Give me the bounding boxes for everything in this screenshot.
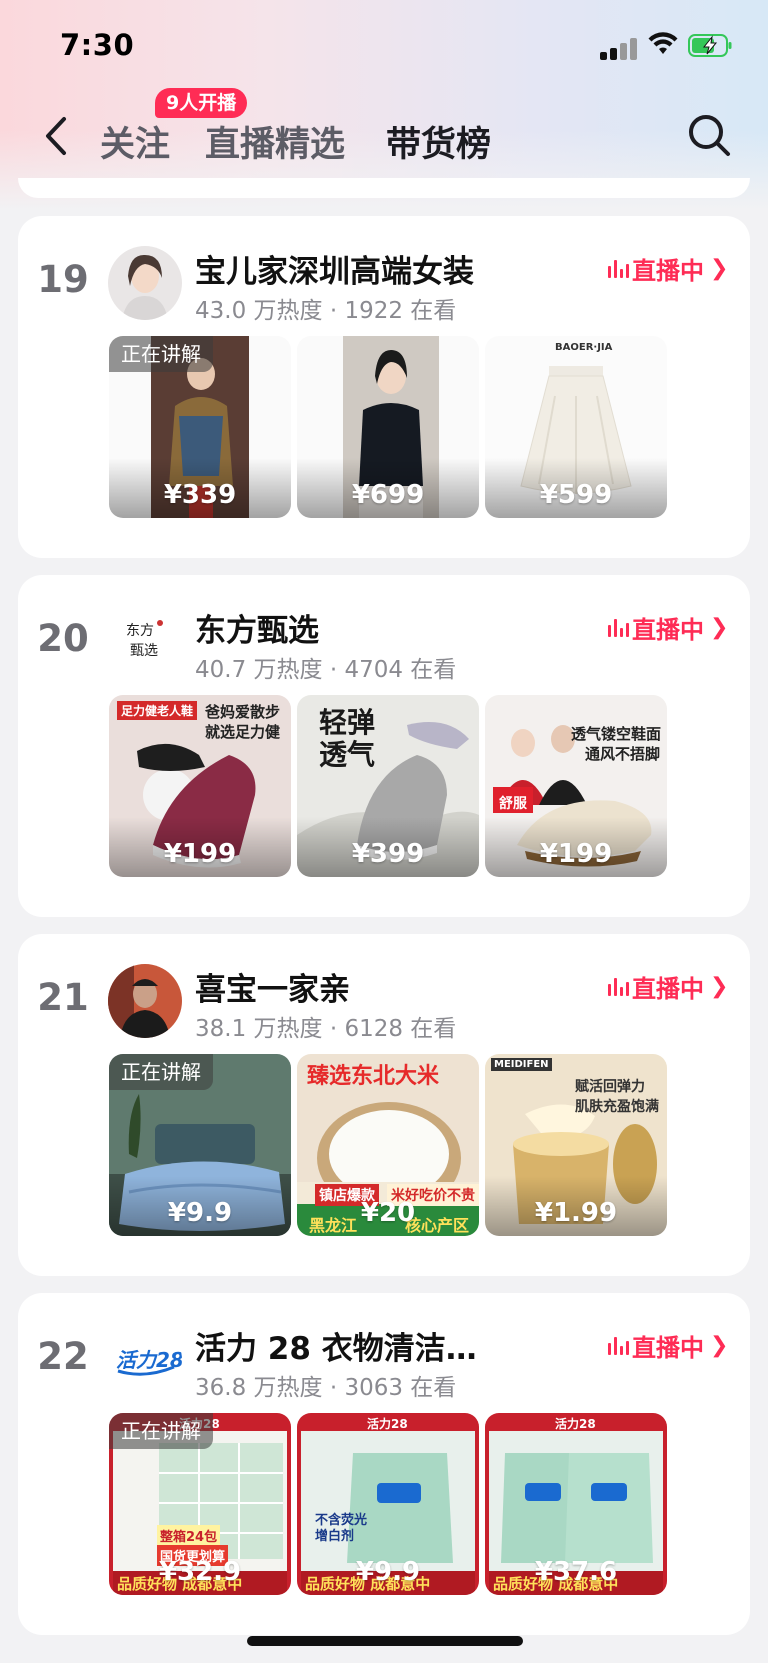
product-item[interactable]: 轻弹透气 ¥399 — [297, 695, 479, 877]
live-bars-icon — [608, 258, 630, 278]
product-item[interactable]: 足力健老人鞋 爸妈爱散步 就选足力健 ¥199 — [109, 695, 291, 877]
status-bar: 7:30 — [0, 0, 768, 90]
live-status-button[interactable]: 直播中 ❯ — [608, 968, 728, 1004]
product-price: ¥599 — [539, 480, 613, 510]
product-price: ¥339 — [163, 480, 237, 510]
shop-stats: 43.0 万热度 · 1922 在看 — [195, 298, 457, 324]
product-text: 不含荧光增白剂 — [315, 1513, 368, 1544]
shop-stats: 40.7 万热度 · 4704 在看 — [195, 657, 457, 683]
svg-text:甄选: 甄选 — [130, 643, 158, 659]
product-item[interactable]: BAOER·JIA ¥599 — [485, 336, 667, 518]
tab-following[interactable]: 关注 — [100, 116, 170, 167]
product-brand: MEIDIFEN — [491, 1058, 552, 1071]
battery-charging-icon — [688, 34, 732, 57]
product-item[interactable]: 正在讲解 ¥9.9 — [109, 1054, 291, 1236]
live-bars-icon — [608, 976, 630, 996]
ranking-card[interactable]: 21 喜宝一家亲 38.1 万热度 · 6128 在看 直播中 ❯ 正在讲解 ¥… — [18, 934, 750, 1276]
ranking-card[interactable]: 22 活力28 活力 28 衣物清洁旗舰店 36.8 万热度 · 3063 在看… — [18, 1293, 750, 1635]
live-label: 直播中 — [632, 256, 704, 285]
rank-number: 19 — [37, 258, 89, 301]
product-price: ¥199 — [539, 839, 613, 869]
shop-name[interactable]: 东方甄选 — [195, 605, 495, 650]
shop-stats: 36.8 万热度 · 3063 在看 — [195, 1375, 457, 1401]
tab-live-picks[interactable]: 直播精选 — [205, 116, 345, 167]
product-text: 轻弹透气 — [319, 706, 376, 771]
home-indicator[interactable] — [247, 1636, 523, 1646]
product-item[interactable]: 活力28 品质好物 成都意中 ¥37.6 — [485, 1413, 667, 1595]
live-count-badge: 9人开播 — [155, 88, 248, 118]
product-price: ¥199 — [163, 839, 237, 869]
product-item[interactable]: ¥699 — [297, 336, 479, 518]
live-label: 直播中 — [632, 1333, 704, 1362]
live-label: 直播中 — [632, 974, 704, 1003]
wifi-icon — [648, 32, 678, 54]
avatar[interactable] — [108, 964, 182, 1038]
ranking-card[interactable]: 20 东方 甄选 东方甄选 40.7 万热度 · 4704 在看 直播中 ❯ 足… — [18, 575, 750, 917]
chevron-right-icon: ❯ — [710, 973, 729, 999]
product-text: 肌肤充盈饱满 — [575, 1099, 659, 1115]
product-price: ¥399 — [351, 839, 425, 869]
product-brand: BAOER·JIA — [555, 342, 613, 353]
live-bars-icon — [608, 617, 630, 637]
rank-number: 22 — [37, 1335, 89, 1378]
product-price: ¥699 — [351, 480, 425, 510]
status-time: 7:30 — [60, 28, 135, 62]
explaining-tag: 正在讲解 — [109, 1413, 213, 1449]
chevron-right-icon: ❯ — [710, 614, 729, 640]
cellular-signal-icon — [600, 36, 640, 60]
product-brand: 活力28 — [555, 1417, 596, 1431]
product-item[interactable]: 正在讲解 ¥339 — [109, 336, 291, 518]
chevron-right-icon: ❯ — [710, 255, 729, 281]
avatar[interactable]: 活力28 — [108, 1323, 182, 1397]
product-text: 透气镂空鞋面 — [571, 725, 662, 743]
shop-stats: 38.1 万热度 · 6128 在看 — [195, 1016, 457, 1042]
product-price: ¥37.6 — [534, 1557, 618, 1587]
product-price: ¥20 — [360, 1198, 416, 1228]
product-price: ¥1.99 — [534, 1198, 618, 1228]
product-brand: 足力健老人鞋 — [117, 701, 198, 720]
top-navigation: 关注 9人开播 直播精选 带货榜 — [0, 88, 768, 180]
rank-number: 20 — [37, 617, 89, 660]
product-text: 舒服 — [499, 796, 527, 812]
tab-sales-ranking[interactable]: 带货榜 — [386, 116, 491, 167]
product-text: 爸妈爱散步 — [205, 703, 281, 721]
chevron-right-icon: ❯ — [710, 1332, 729, 1358]
product-brand: 活力28 — [367, 1417, 408, 1431]
live-bars-icon — [608, 1335, 630, 1355]
product-text: 赋活回弹力 — [575, 1079, 645, 1095]
product-text: 整箱24包 — [157, 1525, 221, 1546]
avatar[interactable] — [108, 246, 182, 320]
product-item[interactable]: 活力28 不含荧光增白剂 品质好物 成都意中 ¥9.9 — [297, 1413, 479, 1595]
ranking-card[interactable]: 19 宝儿家深圳高端女装 43.0 万热度 · 1922 在看 直播中 ❯ 正在… — [18, 216, 750, 558]
explaining-tag: 正在讲解 — [109, 1054, 213, 1090]
svg-text:东方: 东方 — [126, 623, 154, 639]
rank-number: 21 — [37, 976, 89, 1019]
live-status-button[interactable]: 直播中 ❯ — [608, 250, 728, 286]
product-price: ¥9.9 — [167, 1198, 233, 1228]
live-status-button[interactable]: 直播中 ❯ — [608, 1327, 728, 1363]
live-label: 直播中 — [632, 615, 704, 644]
product-item[interactable]: MEIDIFEN 赋活回弹力 肌肤充盈饱满 ¥1.99 — [485, 1054, 667, 1236]
product-price: ¥9.9 — [355, 1557, 421, 1587]
product-text: 就选足力健 — [205, 723, 281, 741]
previous-card-edge — [18, 178, 750, 198]
shop-name[interactable]: 喜宝一家亲 — [195, 964, 495, 1009]
product-item[interactable]: 活力28 整箱24包 国货更划算 品质好物 成都意中 正在讲解 ¥32.9 — [109, 1413, 291, 1595]
live-status-button[interactable]: 直播中 ❯ — [608, 609, 728, 645]
product-item[interactable]: 臻选东北大米 镇店爆款 米好吃价不贵 黑龙江 核心产区 ¥20 — [297, 1054, 479, 1236]
product-text: 臻选东北大米 — [307, 1064, 440, 1089]
product-price: ¥32.9 — [158, 1557, 242, 1587]
product-text: 通风不捂脚 — [585, 745, 661, 763]
product-item[interactable]: 舒服 透气镂空鞋面 通风不捂脚 ¥199 — [485, 695, 667, 877]
search-icon[interactable] — [686, 112, 732, 158]
shop-name[interactable]: 宝儿家深圳高端女装 — [195, 246, 495, 291]
avatar[interactable]: 东方 甄选 — [108, 605, 182, 679]
back-arrow-icon[interactable] — [42, 116, 70, 156]
explaining-tag: 正在讲解 — [109, 336, 213, 372]
shop-name[interactable]: 活力 28 衣物清洁旗舰店 — [195, 1323, 495, 1368]
